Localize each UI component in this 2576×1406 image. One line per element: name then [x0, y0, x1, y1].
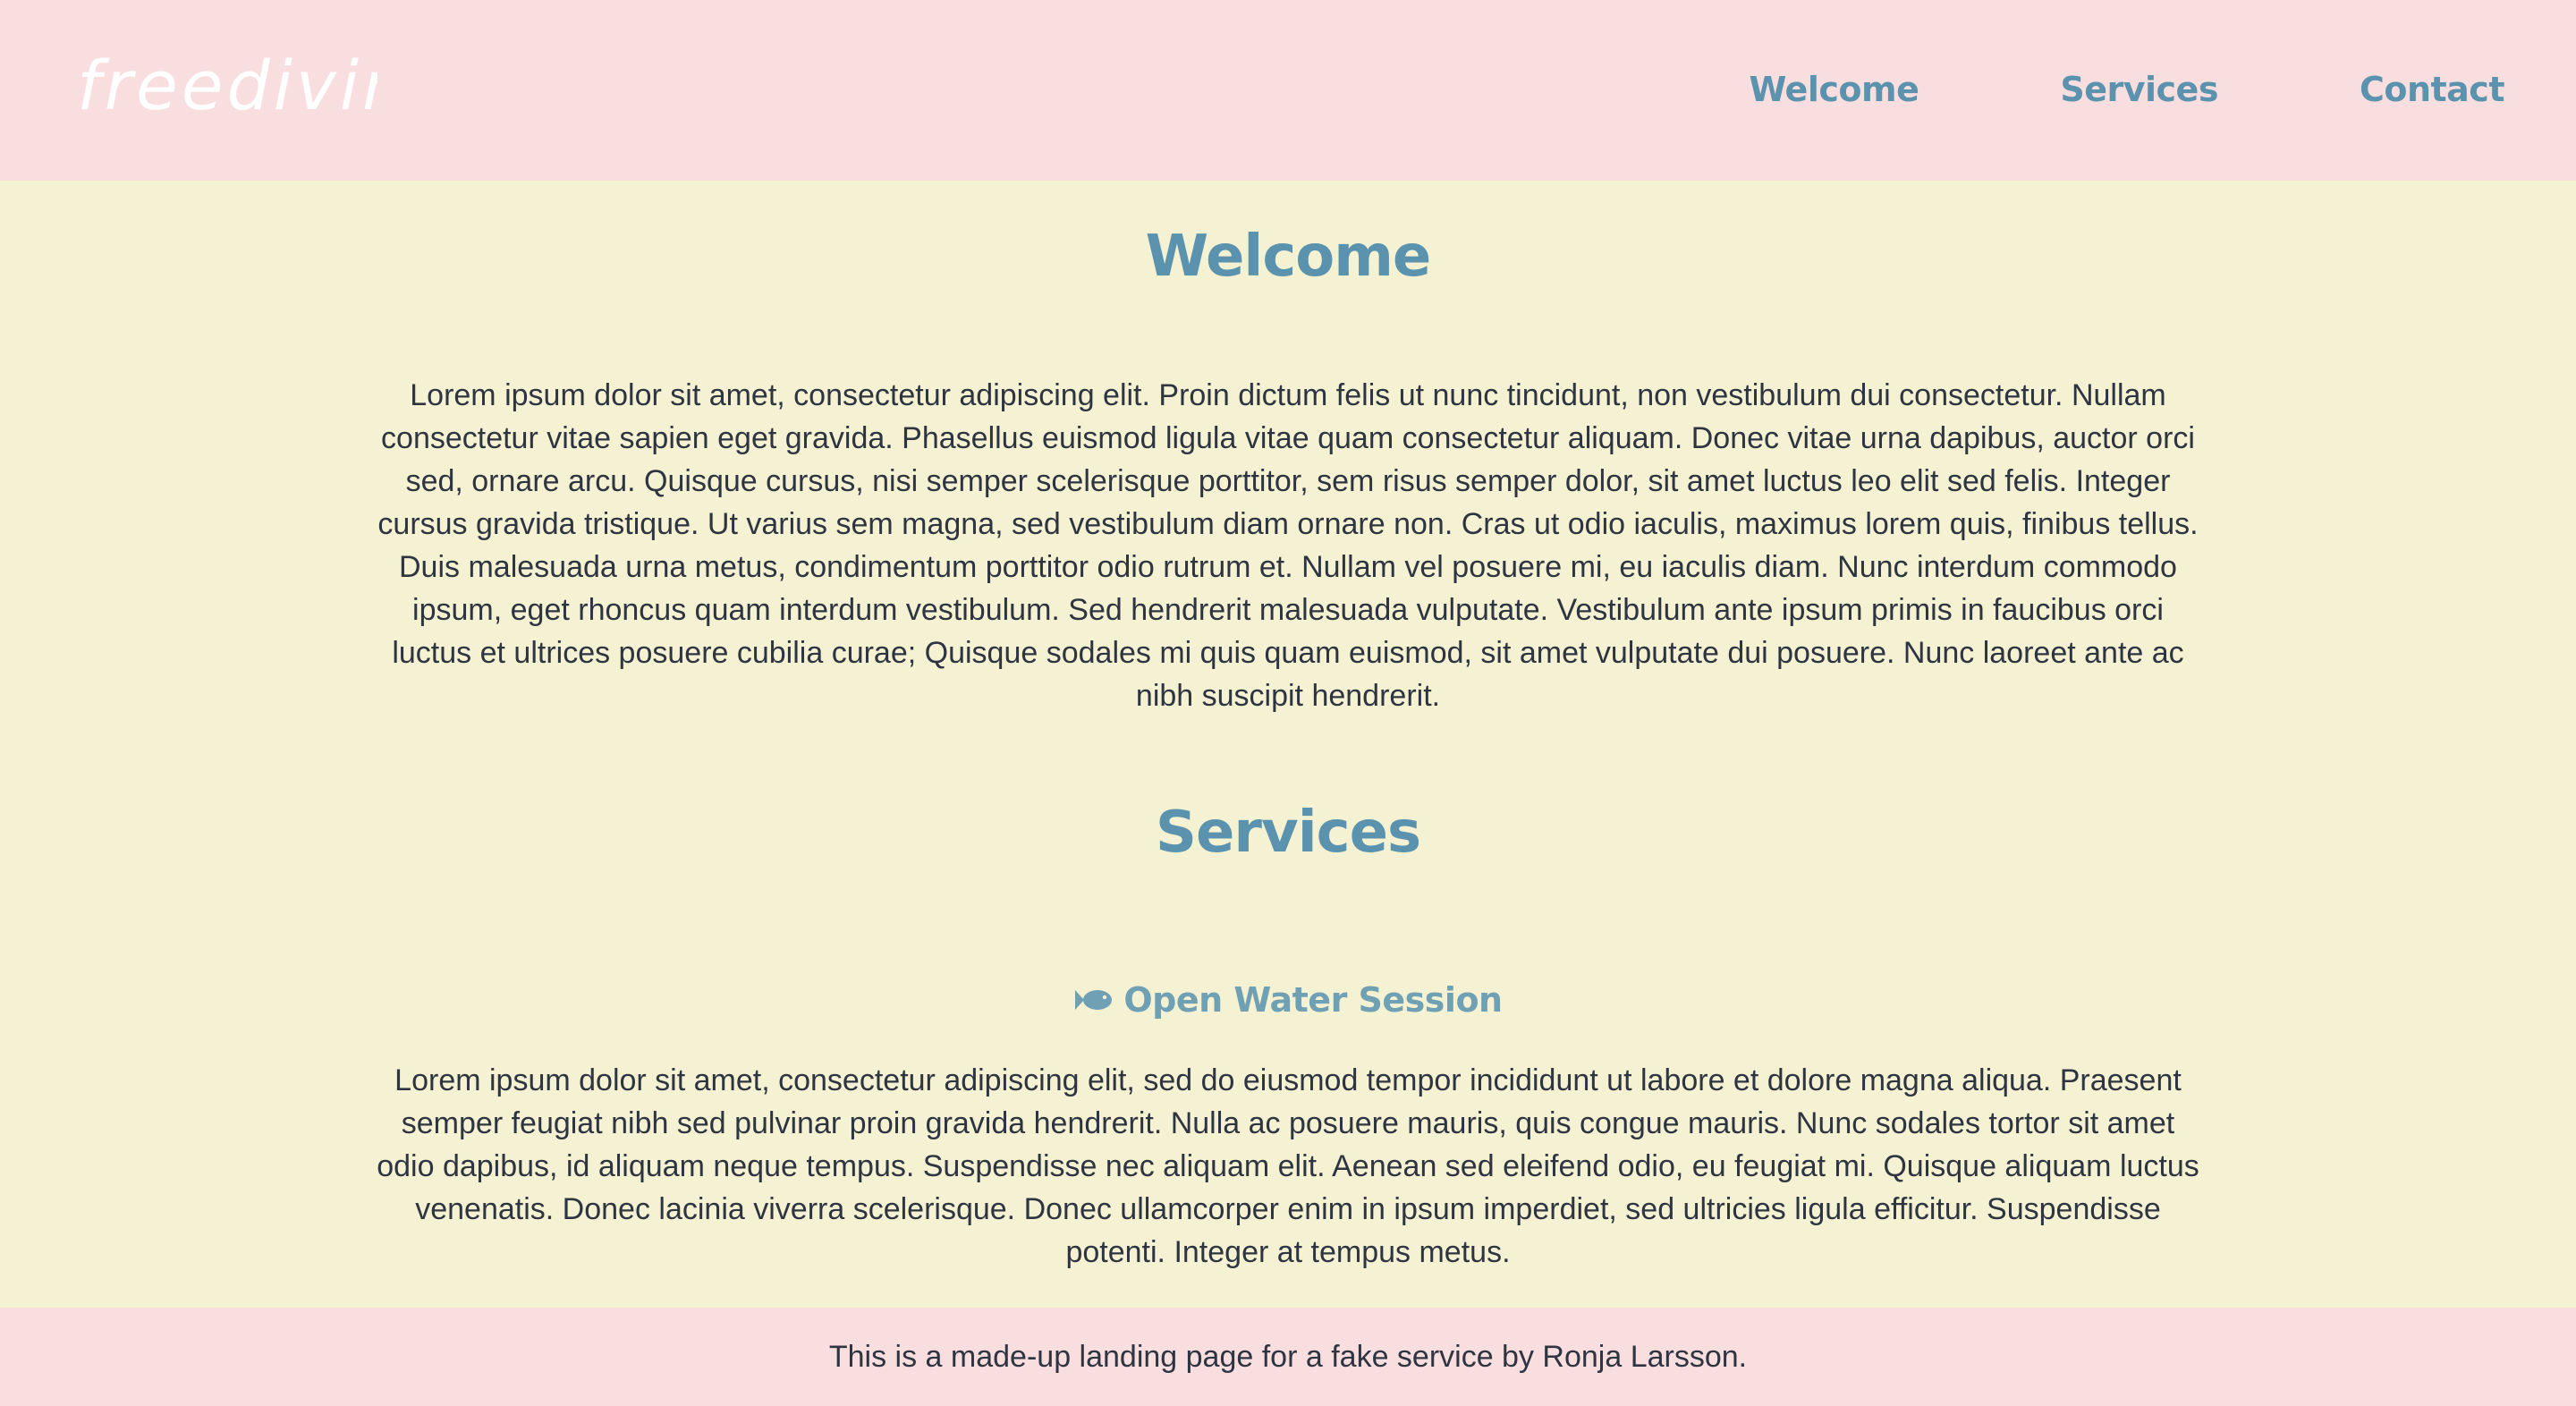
services-heading: Services [1155, 800, 1421, 866]
nav-services-link[interactable]: Services [2060, 63, 2218, 116]
footer-text: This is a made-up landing page for a fak… [828, 1339, 1748, 1374]
service-item-title-text: Open Water Session [1123, 980, 1503, 1020]
main-nav: Welcome Services Contact [1750, 63, 2505, 116]
nav-welcome-link[interactable]: Welcome [1750, 63, 1919, 116]
freediving-logo[interactable]: freediving [73, 27, 377, 152]
fish-icon [1075, 990, 1113, 1010]
welcome-paragraph: Lorem ipsum dolor sit amet, consectetur … [377, 378, 2199, 713]
site-footer: This is a made-up landing page for a fak… [0, 1308, 2576, 1406]
landing-page: freediving Welcome Services Contact Welc… [0, 0, 2576, 1406]
main-content: Welcome Lorem ipsum dolor sit amet, cons… [0, 181, 2576, 1308]
nav-contact-link[interactable]: Contact [2360, 63, 2505, 116]
logo-text: freediving [77, 46, 377, 125]
service-item-paragraph: Lorem ipsum dolor sit amet, consectetur … [377, 1063, 2199, 1269]
welcome-heading: Welcome [1145, 224, 1432, 290]
site-header: freediving Welcome Services Contact [0, 0, 2576, 181]
service-item-title: Open Water Session [0, 980, 2576, 1020]
